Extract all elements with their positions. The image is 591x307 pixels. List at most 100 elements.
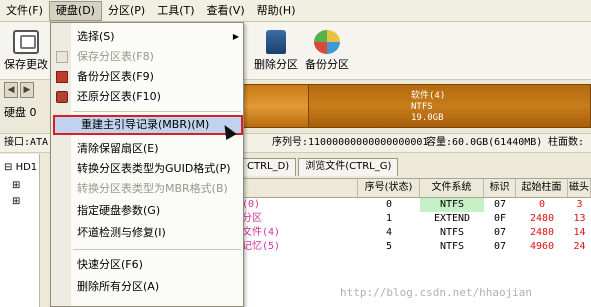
table-row[interactable]: 分区 1 EXTEND 0F 2480 13 bbox=[240, 212, 591, 226]
backup-pie-icon bbox=[314, 30, 340, 54]
tree-node[interactable]: ⊞ bbox=[12, 196, 20, 207]
table-cell: (0) bbox=[242, 199, 261, 210]
table-cell: 0 bbox=[538, 199, 546, 210]
menu-item-label: 坏道检测与修复(I) bbox=[77, 226, 166, 239]
column-header[interactable]: 磁头 bbox=[568, 179, 591, 197]
table-header: 序号(状态) 文件系统 标识 起始柱面 磁头 bbox=[240, 179, 591, 198]
delete-partition-button[interactable]: 删除分区 bbox=[254, 30, 298, 72]
tree-root-label: HD1 bbox=[15, 162, 38, 173]
menu-tools[interactable]: 工具(T) bbox=[151, 1, 200, 21]
save-disk-icon bbox=[13, 30, 39, 54]
menu-file[interactable]: 文件(F) bbox=[0, 1, 49, 21]
serial-info: 序列号:11000000000000000001 bbox=[272, 137, 429, 148]
table-cell: NTFS bbox=[420, 198, 484, 212]
table-cell: 07 bbox=[493, 199, 507, 210]
table-row[interactable]: 记忆(5) 5 NTFS 07 4960 24 bbox=[240, 240, 591, 254]
watermark: http://blog.csdn.net/hhaojian bbox=[340, 286, 533, 299]
table-cell: 4 bbox=[385, 227, 393, 238]
expand-icon[interactable]: ⊞ bbox=[12, 180, 20, 191]
table-cell: 4960 bbox=[529, 241, 555, 252]
tab-browse-files[interactable]: 浏览文件(CTRL_G) bbox=[298, 158, 399, 176]
tab-strip: CTRL_D) 浏览文件(CTRL_G) bbox=[240, 158, 400, 176]
menu-item-save-partition-table[interactable]: 保存分区表(F8) bbox=[51, 47, 243, 67]
menu-item-label: 重建主引导记录(MBR)(M) bbox=[81, 118, 210, 131]
table-cell: EXTEND bbox=[433, 213, 471, 224]
tab-partitions[interactable]: CTRL_D) bbox=[240, 158, 297, 176]
menu-item-label: 快速分区(F6) bbox=[77, 258, 143, 271]
menu-item-label: 转换分区表类型为MBR格式(B) bbox=[77, 182, 228, 195]
partition-name: 软件(4) bbox=[411, 91, 446, 101]
table-cell: 1 bbox=[385, 213, 393, 224]
menu-item-restore-partition-table[interactable]: 还原分区表(F10) bbox=[51, 87, 243, 107]
menu-item-label: 删除所有分区(A) bbox=[77, 280, 160, 293]
menu-item-clear-reserved-sectors[interactable]: 清除保留扇区(E) bbox=[51, 139, 243, 159]
disk-menu-dropdown: 选择(S) ▶ 保存分区表(F8) 备份分区表(F9) 还原分区表(F10) 重… bbox=[50, 22, 244, 307]
menu-separator bbox=[73, 111, 241, 112]
disk-tree: ⊟ HD1 ⊞ ⊞ bbox=[0, 154, 40, 307]
table-row[interactable]: (0) 0 NTFS 07 0 3 bbox=[240, 198, 591, 212]
table-cell: 0 bbox=[385, 199, 393, 210]
cylinder-info: 柱面数: bbox=[548, 137, 585, 148]
table-cell: 2480 bbox=[529, 227, 555, 238]
table-cell: 07 bbox=[493, 227, 507, 238]
partition-fs: NTFS bbox=[411, 102, 433, 112]
menu-item-label: 还原分区表(F10) bbox=[77, 90, 161, 103]
menu-item-convert-to-mbr[interactable]: 转换分区表类型为MBR格式(B) bbox=[51, 179, 243, 199]
partition-bar[interactable]: 软件(4) NTFS 19.0GB bbox=[240, 84, 591, 128]
table-cell: 13 bbox=[573, 213, 586, 224]
table-cell: 分区 bbox=[242, 213, 262, 224]
table-cell: 24 bbox=[573, 241, 586, 252]
menu-item-label: 转换分区表类型为GUID格式(P) bbox=[77, 162, 231, 175]
menu-item-label: 清除保留扇区(E) bbox=[77, 142, 159, 155]
backup-partition-button[interactable]: 备份分区 bbox=[305, 30, 349, 72]
menu-item-set-disk-params[interactable]: 指定硬盘参数(G) bbox=[51, 201, 243, 221]
tree-node[interactable]: ⊞ bbox=[12, 180, 20, 191]
menu-separator bbox=[73, 249, 241, 250]
save-changes-label: 保存更改 bbox=[4, 58, 48, 71]
menu-item-delete-all-partitions[interactable]: 删除所有分区(A) bbox=[51, 277, 243, 297]
table-cell: NTFS bbox=[439, 227, 465, 238]
menu-disk[interactable]: 硬盘(D) bbox=[48, 0, 102, 21]
table-cell: 2480 bbox=[529, 213, 555, 224]
table-row[interactable]: 文件(4) 4 NTFS 07 2480 14 bbox=[240, 226, 591, 240]
table-cell: 5 bbox=[385, 241, 393, 252]
next-disk-icon[interactable]: ▶ bbox=[20, 82, 34, 98]
save-table-icon bbox=[56, 51, 68, 63]
column-header[interactable] bbox=[240, 179, 358, 197]
submenu-arrow-icon: ▶ bbox=[232, 32, 239, 41]
menu-view[interactable]: 查看(V) bbox=[201, 1, 251, 21]
menu-help[interactable]: 帮助(H) bbox=[251, 1, 302, 21]
menu-item-bad-sector-check[interactable]: 坏道检测与修复(I) bbox=[51, 223, 243, 243]
collapse-icon[interactable]: ⊟ bbox=[4, 162, 12, 173]
column-header[interactable]: 起始柱面 bbox=[516, 179, 568, 197]
menu-item-quick-partition[interactable]: 快速分区(F6) bbox=[51, 255, 243, 275]
table-cell: 3 bbox=[576, 199, 583, 210]
menu-partition[interactable]: 分区(P) bbox=[102, 1, 151, 21]
partition-segment[interactable] bbox=[241, 85, 309, 127]
menu-item-label: 指定硬盘参数(G) bbox=[77, 204, 161, 217]
table-cell: 文件(4) bbox=[242, 227, 281, 238]
interface-info: 接口:ATA bbox=[4, 137, 49, 148]
column-header[interactable]: 文件系统 bbox=[420, 179, 484, 197]
save-changes-button[interactable]: 保存更改 bbox=[4, 30, 48, 72]
table-cell: 14 bbox=[573, 227, 586, 238]
menu-item-label: 选择(S) bbox=[77, 30, 115, 43]
tree-root[interactable]: ⊟ HD1 bbox=[4, 162, 37, 173]
table-cell: 07 bbox=[493, 241, 507, 252]
table-cell: 记忆(5) bbox=[242, 241, 281, 252]
restore-table-icon bbox=[56, 91, 68, 103]
menu-item-label: 保存分区表(F8) bbox=[77, 50, 154, 63]
menu-item-select[interactable]: 选择(S) ▶ bbox=[51, 27, 243, 47]
menu-item-convert-to-guid[interactable]: 转换分区表类型为GUID格式(P) bbox=[51, 159, 243, 179]
trash-icon bbox=[266, 30, 286, 54]
partition-size: 19.0GB bbox=[411, 113, 444, 123]
menu-item-rebuild-mbr[interactable]: 重建主引导记录(MBR)(M) bbox=[53, 115, 243, 135]
column-header[interactable]: 标识 bbox=[484, 179, 516, 197]
backup-partition-label: 备份分区 bbox=[305, 58, 349, 71]
column-header[interactable]: 序号(状态) bbox=[358, 179, 420, 197]
menu-item-backup-partition-table[interactable]: 备份分区表(F9) bbox=[51, 67, 243, 87]
expand-icon[interactable]: ⊞ bbox=[12, 196, 20, 207]
prev-disk-icon[interactable]: ◀ bbox=[4, 82, 18, 98]
table-cell: NTFS bbox=[439, 241, 465, 252]
capacity-info: 容量:60.0GB(61440MB) bbox=[426, 137, 543, 148]
